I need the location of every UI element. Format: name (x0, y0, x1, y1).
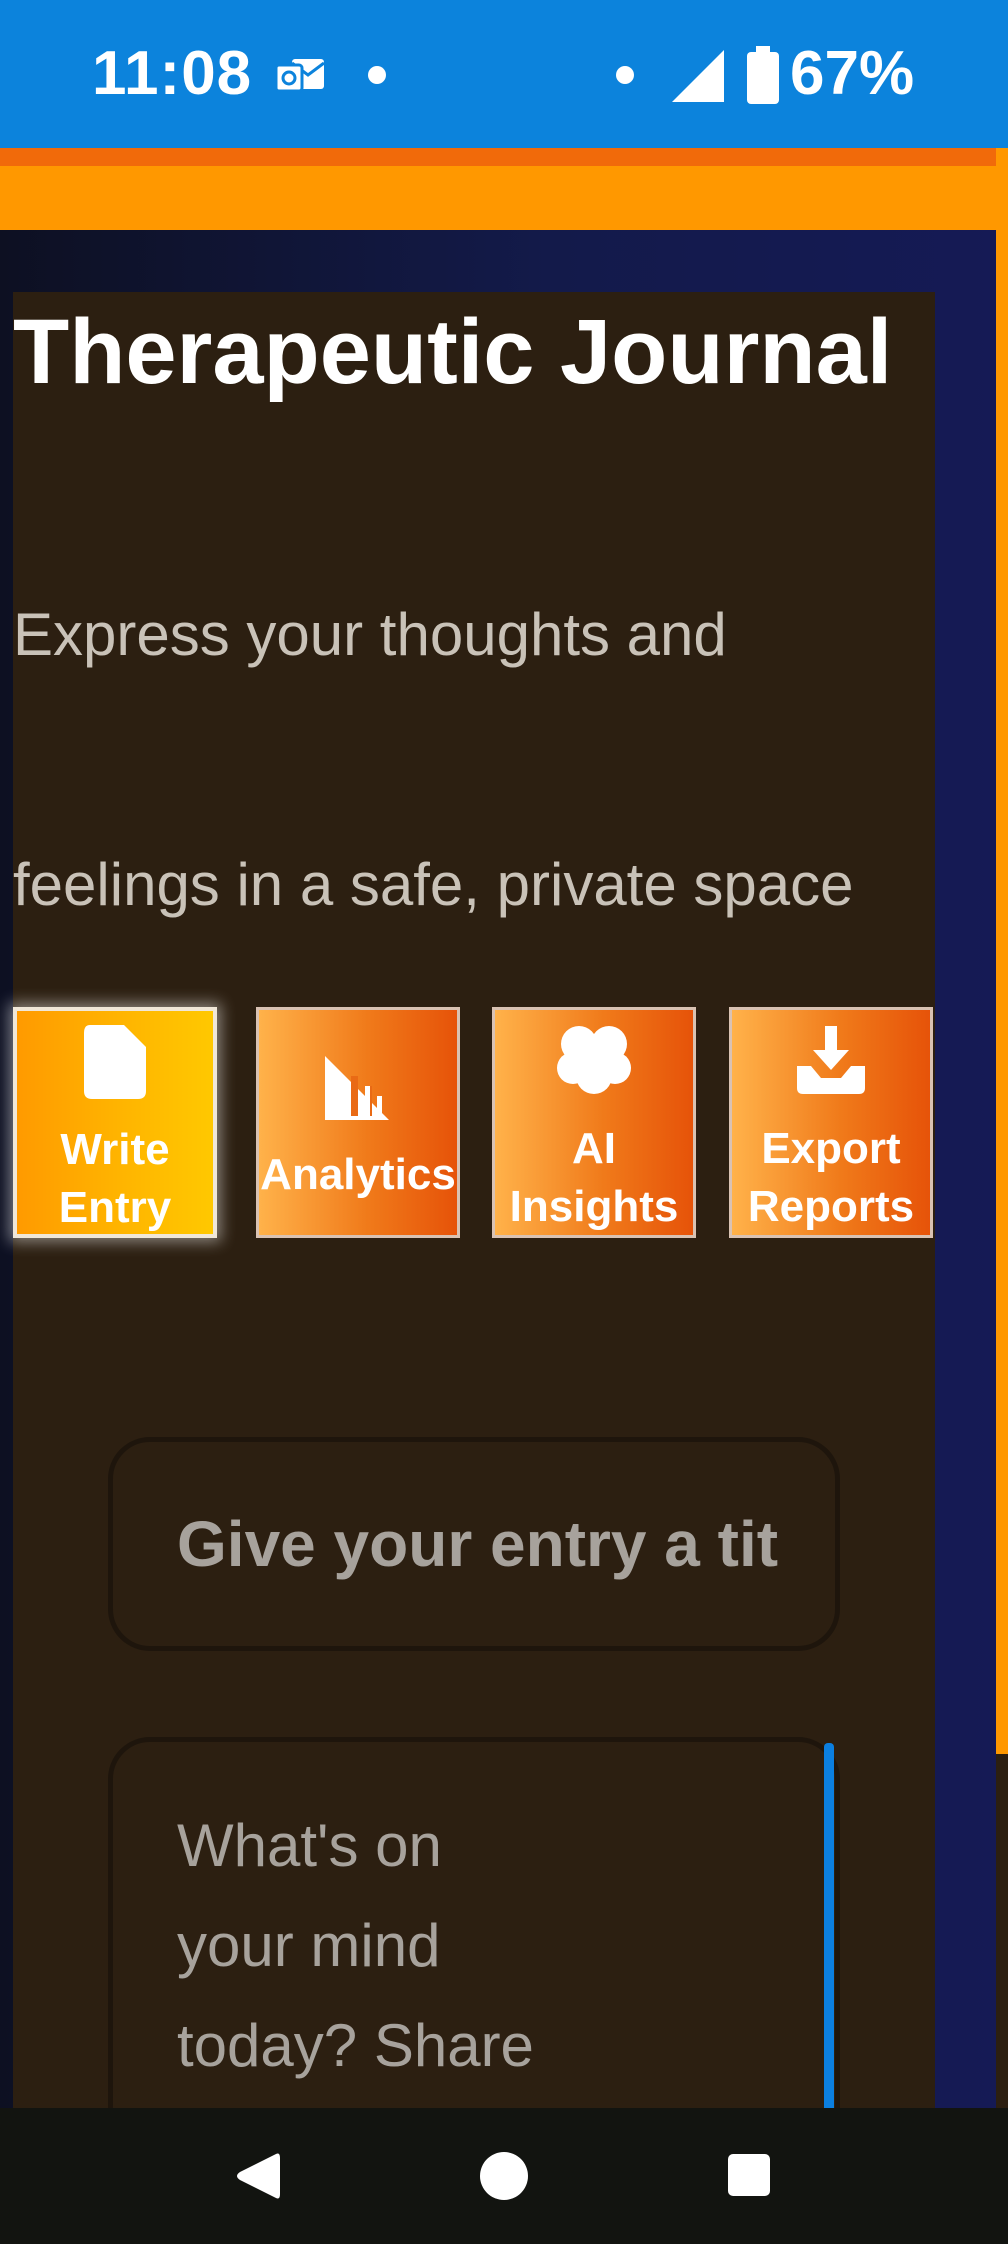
home-icon[interactable] (478, 2150, 530, 2202)
document-icon (84, 1025, 146, 1099)
download-icon (797, 1026, 865, 1094)
analytics-label: Analytics (260, 1150, 456, 1199)
page-subtitle: Express your thoughts and feelings in a … (13, 601, 854, 918)
battery-icon (747, 46, 779, 104)
textarea-scrollbar[interactable] (824, 1743, 834, 2113)
notification-dot-icon (616, 66, 634, 84)
entry-title-input[interactable]: Give your entry a tit (108, 1437, 840, 1651)
page-title: Therapeutic Journal (13, 301, 893, 403)
analytics-button[interactable]: Analytics (256, 1007, 460, 1238)
outlook-icon (276, 59, 325, 93)
ai-insights-button[interactable]: AI Insights (492, 1007, 696, 1238)
chart-icon (325, 1056, 389, 1120)
system-nav-bar (0, 2108, 1008, 2244)
export-reports-label: Export Reports (747, 1124, 915, 1231)
export-reports-button[interactable]: Export Reports (729, 1007, 933, 1238)
entry-body-textarea[interactable]: What's on your mind today? Share (108, 1737, 840, 2157)
header-band (0, 148, 1008, 230)
status-time: 11:08 (92, 39, 253, 108)
signal-icon (672, 50, 724, 102)
ai-insights-label: AI Insights (509, 1124, 679, 1231)
status-bar: 11:08 67% (0, 0, 1008, 148)
recents-icon[interactable] (726, 2152, 772, 2198)
write-entry-label: Write Entry (58, 1125, 172, 1232)
brain-icon (557, 1026, 631, 1094)
notification-dot-icon (368, 66, 386, 84)
entry-body-placeholder: What's on your mind today? Share (177, 1812, 534, 2079)
accent-strip (996, 148, 1008, 1754)
battery-percent: 67% (790, 39, 915, 108)
back-icon[interactable] (234, 2150, 280, 2202)
write-entry-button[interactable]: Write Entry (13, 1007, 217, 1238)
